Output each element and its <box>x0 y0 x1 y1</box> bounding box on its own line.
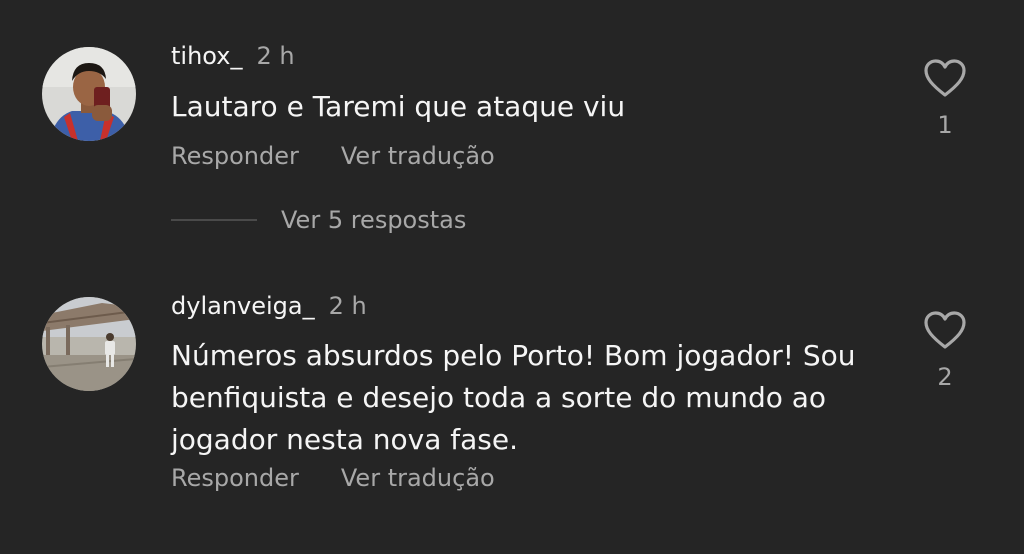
timestamp: 2 h <box>328 292 367 320</box>
comment-item: dylanveiga_ 2 h Números absurdos pelo Por… <box>0 270 1024 554</box>
comment-actions: Responder Ver tradução <box>171 141 495 171</box>
avatar[interactable] <box>42 47 136 141</box>
view-replies[interactable]: Ver 5 respostas <box>171 205 466 235</box>
view-replies-label[interactable]: Ver 5 respostas <box>281 206 466 234</box>
comment-text: Lautaro e Taremi que ataque viu <box>171 90 626 123</box>
heart-outline-icon[interactable] <box>920 58 970 98</box>
comment-text: Números absurdos pelo Porto! Bom jogador… <box>171 339 856 456</box>
heart-outline-icon[interactable] <box>920 310 970 350</box>
comment-item: tihox_ 2 h Lautaro e Taremi que ataque vi… <box>0 0 1024 270</box>
like-count: 1 <box>937 111 953 139</box>
like-count: 2 <box>937 363 953 391</box>
avatar[interactable] <box>42 297 136 391</box>
translate-button[interactable]: Ver tradução <box>341 142 495 170</box>
replies-divider <box>171 219 257 221</box>
reply-button[interactable]: Responder <box>171 464 299 492</box>
timestamp: 2 h <box>256 42 295 70</box>
like-button[interactable]: 2 <box>920 310 970 390</box>
comment-meta: dylanveiga_ 2 h <box>171 291 367 321</box>
comment-meta: tihox_ 2 h <box>171 41 295 71</box>
username[interactable]: dylanveiga_ <box>171 292 315 320</box>
comment-actions: Responder Ver tradução <box>171 463 495 493</box>
like-button[interactable]: 1 <box>920 58 970 138</box>
translate-button[interactable]: Ver tradução <box>341 464 495 492</box>
reply-button[interactable]: Responder <box>171 142 299 170</box>
username[interactable]: tihox_ <box>171 42 242 70</box>
